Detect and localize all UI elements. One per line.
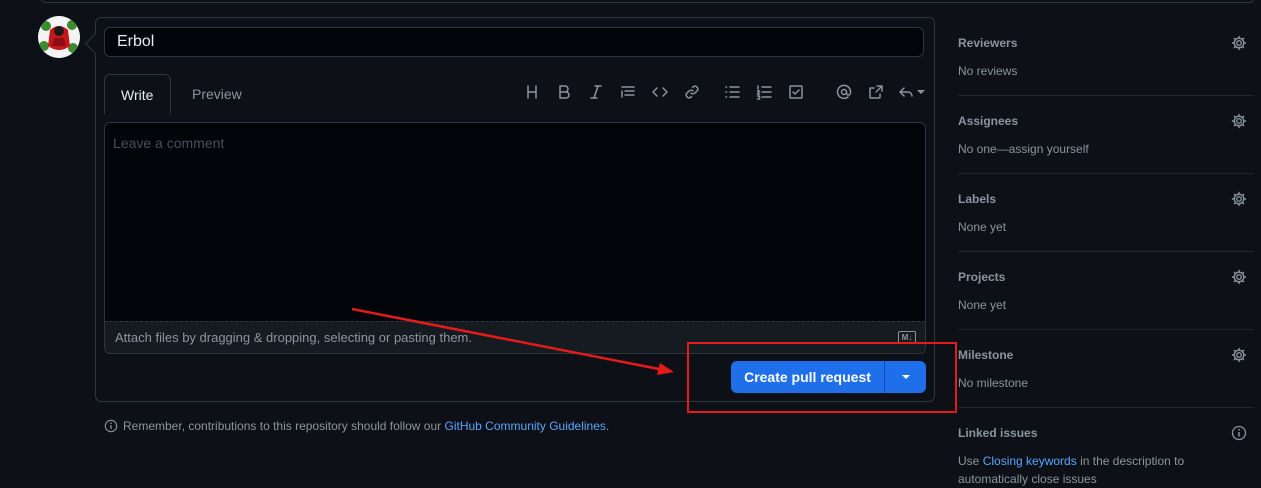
gear-icon[interactable] bbox=[1231, 269, 1247, 285]
sidebar-projects: Projects None yet bbox=[958, 252, 1254, 330]
sidebar-title-milestone[interactable]: Milestone bbox=[958, 348, 1013, 362]
gear-icon[interactable] bbox=[1231, 113, 1247, 129]
sidebar-title-assignees[interactable]: Assignees bbox=[958, 114, 1018, 128]
cross-reference-icon[interactable] bbox=[860, 80, 892, 104]
title-input[interactable] bbox=[104, 27, 924, 57]
file-attach-bar[interactable]: Attach files by dragging & dropping, sel… bbox=[105, 321, 925, 353]
create-pull-request-button[interactable]: Create pull request bbox=[731, 361, 885, 393]
sidebar-value-labels: None yet bbox=[958, 220, 1007, 234]
sidebar-value-linked-issues: Use Closing keywords in the description … bbox=[958, 452, 1208, 488]
info-icon[interactable] bbox=[1231, 425, 1247, 441]
comment-textarea[interactable] bbox=[105, 123, 925, 321]
sidebar-linked-issues: Linked issues Use Closing keywords in th… bbox=[958, 408, 1254, 488]
gear-icon[interactable] bbox=[1231, 35, 1247, 51]
unordered-list-icon[interactable] bbox=[716, 80, 748, 104]
sidebar-labels: Labels None yet bbox=[958, 174, 1254, 252]
notice-text: Remember, contributions to this reposito… bbox=[123, 419, 442, 433]
chevron-down-icon bbox=[901, 375, 910, 379]
heading-icon[interactable] bbox=[516, 80, 548, 104]
tab-write[interactable]: Write bbox=[104, 74, 171, 114]
markdown-toolbar bbox=[516, 80, 930, 104]
pull-request-form: Write Preview Attach files by dragging &… bbox=[95, 17, 935, 402]
italic-icon[interactable] bbox=[580, 80, 612, 104]
sidebar-value-projects: None yet bbox=[958, 298, 1007, 312]
task-list-icon[interactable] bbox=[780, 80, 812, 104]
create-options-dropdown[interactable] bbox=[885, 361, 926, 393]
code-icon[interactable] bbox=[644, 80, 676, 104]
saved-reply-icon[interactable] bbox=[892, 80, 930, 104]
sidebar-title-linked-issues: Linked issues bbox=[958, 426, 1038, 440]
sidebar-reviewers: Reviewers No reviews bbox=[958, 18, 1254, 96]
sidebar-value-reviewers: No reviews bbox=[958, 64, 1018, 78]
notice-suffix: . bbox=[605, 419, 610, 433]
sidebar-value-milestone: No milestone bbox=[958, 376, 1029, 390]
link-icon[interactable] bbox=[676, 80, 708, 104]
avatar[interactable] bbox=[38, 16, 80, 58]
attach-text: Attach files by dragging & dropping, sel… bbox=[115, 330, 472, 345]
community-guidelines-link[interactable]: GitHub Community Guidelines bbox=[445, 419, 606, 433]
sidebar-title-projects[interactable]: Projects bbox=[958, 270, 1005, 284]
linked-issues-prefix: Use bbox=[958, 454, 980, 468]
sidebar-title-labels[interactable]: Labels bbox=[958, 192, 996, 206]
create-pull-request-button-group: Create pull request bbox=[731, 361, 926, 393]
sidebar-value-assignees[interactable]: No one—assign yourself bbox=[958, 140, 1208, 158]
avatar-image bbox=[38, 16, 80, 58]
quote-icon[interactable] bbox=[612, 80, 644, 104]
contribution-notice: Remember, contributions to this reposito… bbox=[104, 419, 609, 433]
info-icon bbox=[104, 419, 118, 433]
comment-editor: Attach files by dragging & dropping, sel… bbox=[104, 122, 926, 354]
mention-icon[interactable] bbox=[828, 80, 860, 104]
gear-icon[interactable] bbox=[1231, 347, 1247, 363]
sidebar-assignees: Assignees No one—assign yourself bbox=[958, 96, 1254, 174]
sidebar-milestone: Milestone No milestone bbox=[958, 330, 1254, 408]
previous-panel-edge bbox=[40, 0, 1255, 3]
markdown-icon[interactable]: M↓ bbox=[898, 331, 916, 344]
tab-preview[interactable]: Preview bbox=[176, 74, 258, 114]
closing-keywords-link[interactable]: Closing keywords bbox=[983, 454, 1077, 468]
gear-icon[interactable] bbox=[1231, 191, 1247, 207]
bold-icon[interactable] bbox=[548, 80, 580, 104]
sidebar: Reviewers No reviews Assignees No one—as… bbox=[958, 18, 1254, 488]
ordered-list-icon[interactable] bbox=[748, 80, 780, 104]
sidebar-title-reviewers[interactable]: Reviewers bbox=[958, 36, 1017, 50]
